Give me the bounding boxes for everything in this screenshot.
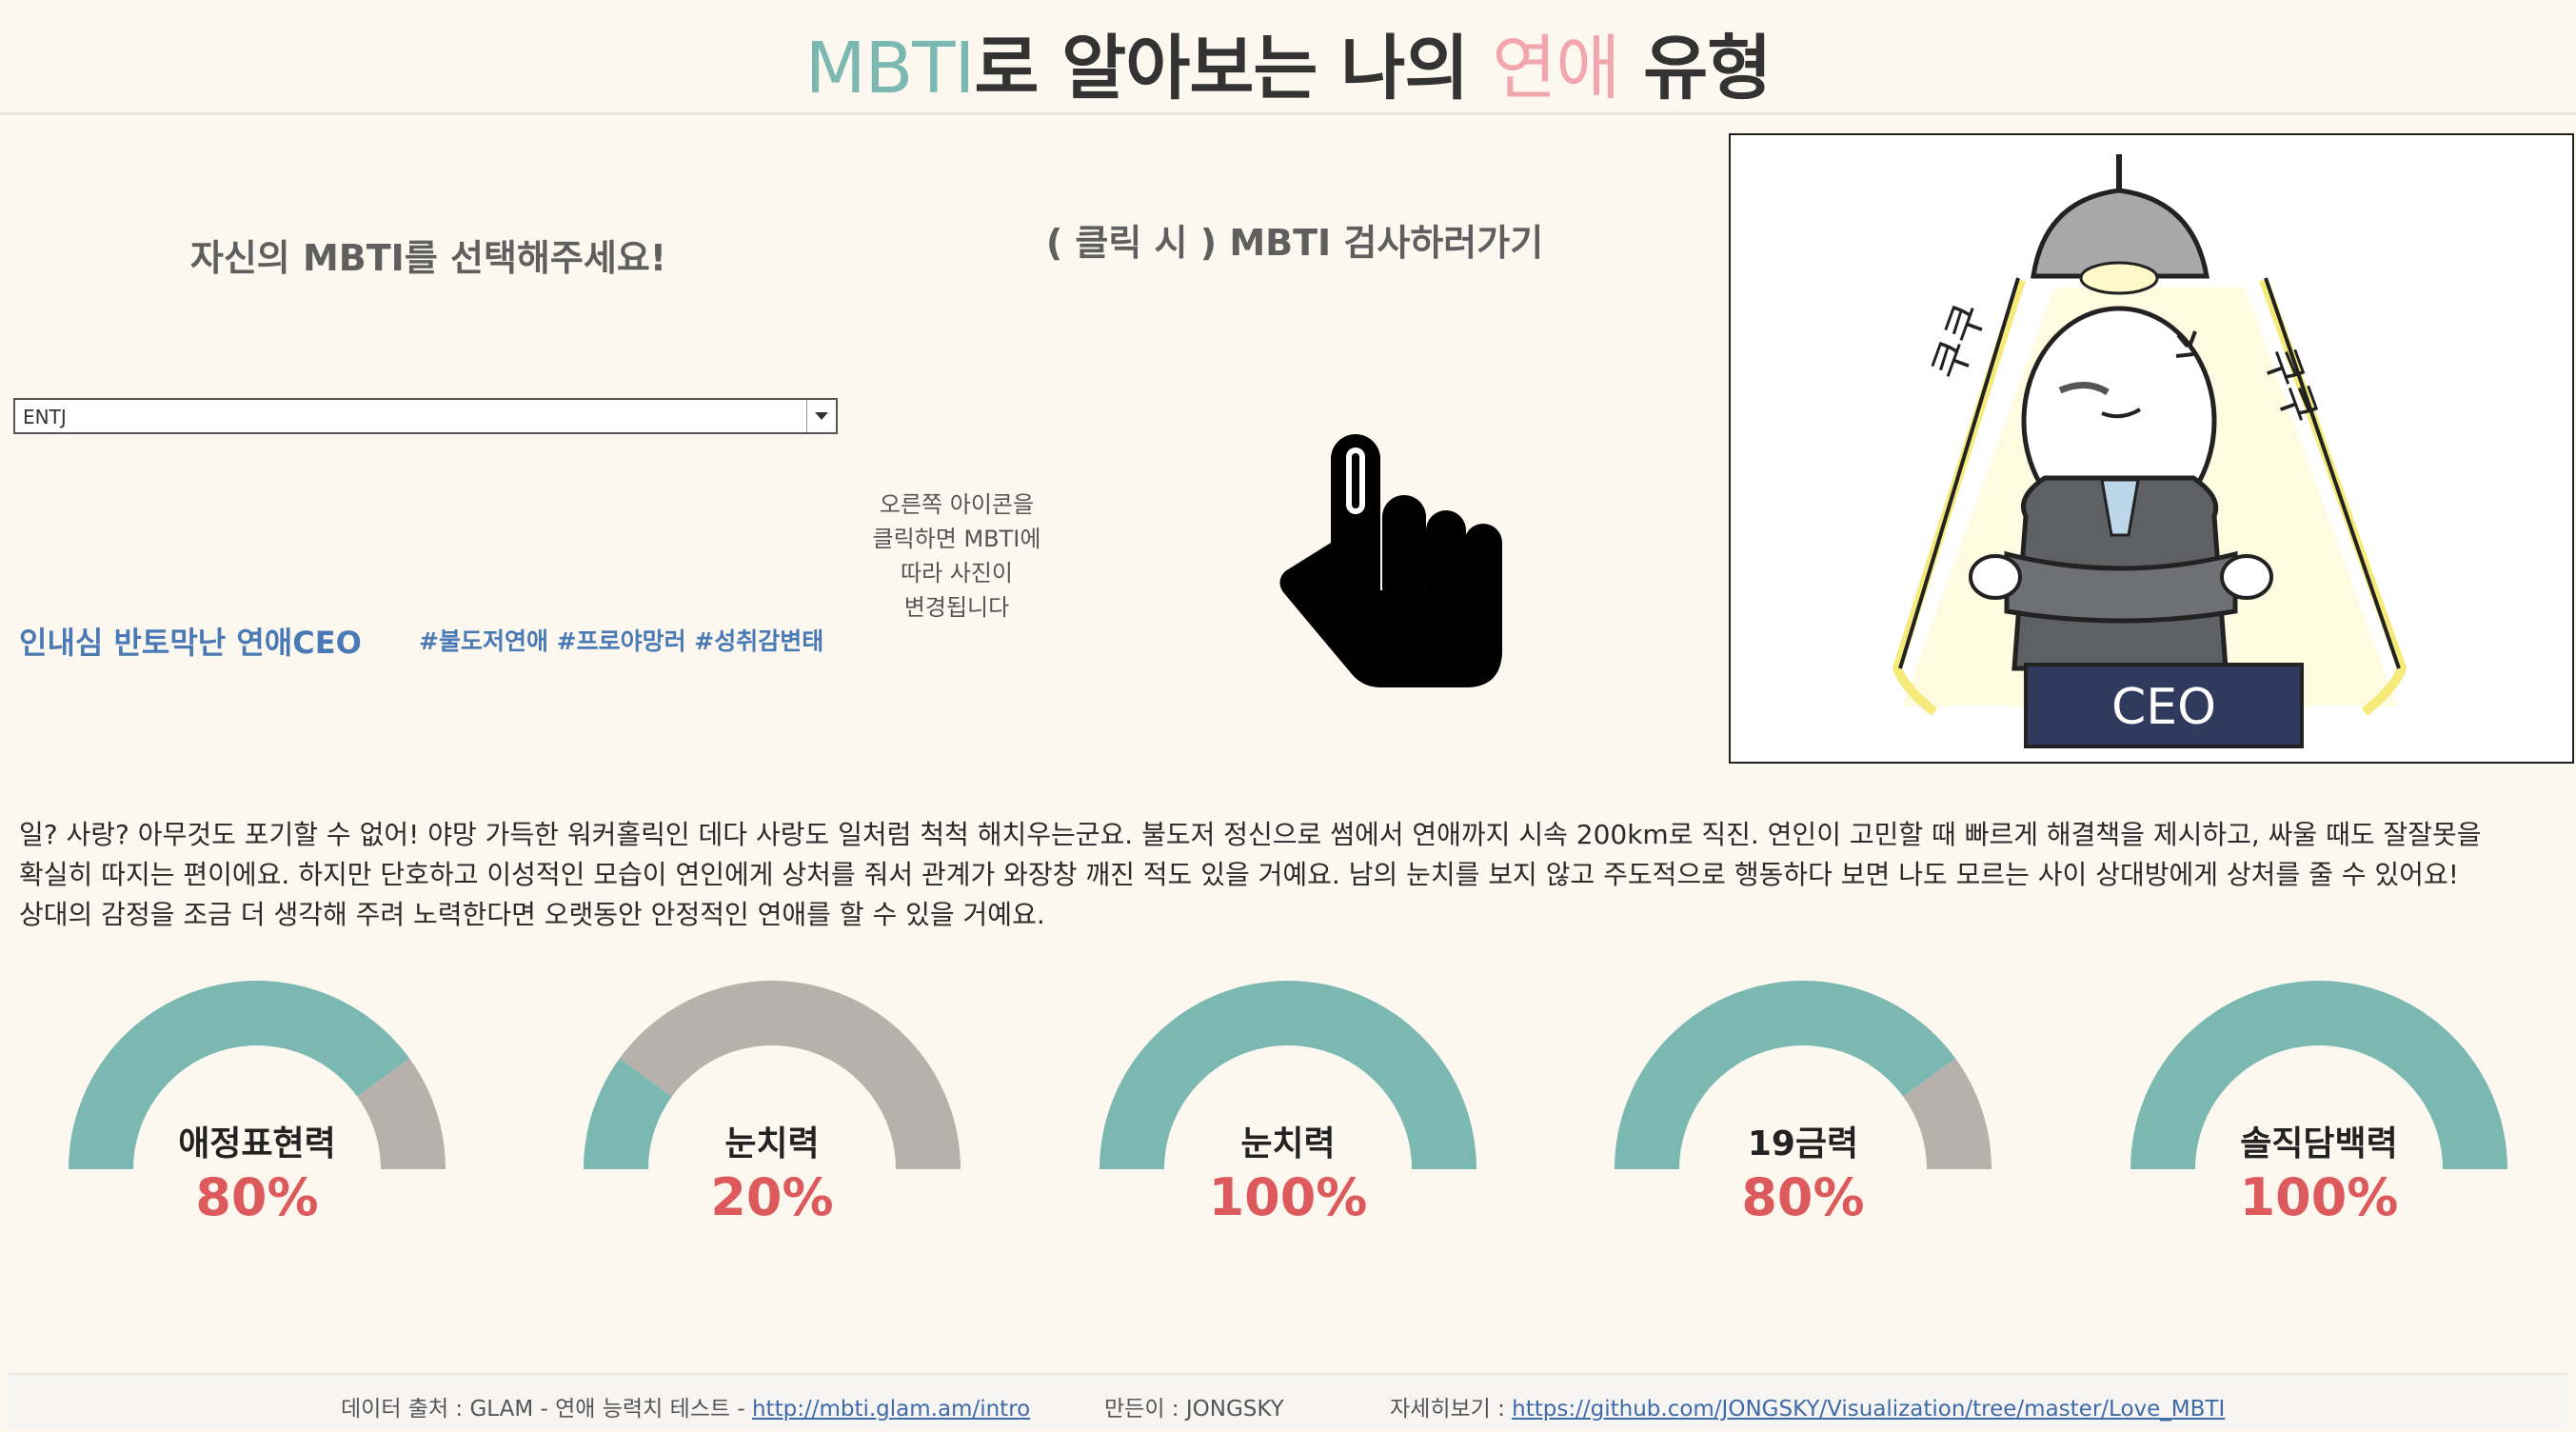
title-bar: MBTI로 알아보는 나의 연애 유형 [0, 0, 2576, 115]
hint-line: 오른쪽 아이콘을 [879, 491, 1035, 518]
gauge-label: 눈치력 [724, 1124, 820, 1164]
gauge-19: 19금력 80% [1613, 981, 1993, 1257]
hint-line: 변경됩니다 [903, 594, 1010, 621]
icon-hint: 오른쪽 아이콘을 클릭하면 MBTI에 따라 사진이 변경됩니다 [838, 487, 1076, 625]
description-line: 일? 사랑? 아무것도 포기할 수 없어! 야망 가득한 워커홀릭인 데다 사랑… [19, 819, 2482, 850]
footer-author: 만든이 : JONGSKY [1104, 1397, 1284, 1422]
gauge-label: 솔직담백력 [2240, 1124, 2398, 1164]
gauge-value: 80% [195, 1167, 319, 1227]
footer-source-link[interactable]: http://mbti.glam.am/intro [752, 1397, 1030, 1422]
mbti-character-illustration: 쿠쿠 쿠쿠 CEO [1729, 133, 2574, 764]
gauge-label: 19금력 [1747, 1124, 1859, 1164]
title-text-1: 로 알아보는 나의 [974, 28, 1493, 109]
type-tags: #불도저연애 #프로야망러 #성취감변태 [419, 627, 824, 655]
description-line: 상대의 감정을 조금 더 생각해 주려 노력한다면 오랫동안 안정적인 연애를 … [19, 899, 1045, 930]
gauge-value: 80% [1741, 1167, 1865, 1227]
hint-line: 클릭하면 MBTI에 [872, 526, 1041, 552]
chevron-down-icon[interactable] [806, 400, 836, 432]
gauge-affection: 애정표현력 80% [67, 981, 447, 1257]
title-mbti: MBTI [804, 28, 976, 109]
footer: 데이터 출처 : GLAM - 연애 능력치 테스트 - http://mbti… [8, 1373, 2568, 1428]
gauge-label: 눈치력 [1240, 1124, 1336, 1164]
mbti-test-link[interactable]: ( 클릭 시 ) MBTI 검사하러가기 [1009, 213, 1580, 266]
ceo-badge-text: CEO [2111, 679, 2216, 736]
gauge-honesty: 솔직담백력 100% [2129, 981, 2509, 1257]
gauge-value: 20% [710, 1167, 834, 1227]
gauge-sense-2: 눈치력 100% [1098, 981, 1478, 1257]
type-description: 일? 사랑? 아무것도 포기할 수 없어! 야망 가득한 워커홀릭인 데다 사랑… [19, 815, 2532, 935]
description-line: 확실히 따지는 편이에요. 하지만 단호하고 이성적인 모습이 연인에게 상처를… [19, 859, 2459, 890]
gauge-label: 애정표현력 [178, 1124, 336, 1164]
mbti-dropdown-value: ENTJ [23, 406, 67, 428]
title-text-2: 유형 [1619, 28, 1772, 109]
gauge-value: 100% [2239, 1167, 2399, 1227]
title-love: 연애 [1492, 28, 1620, 109]
footer-more-label: 자세히보기 : [1390, 1397, 1513, 1422]
footer-source-label: 데이터 출처 : GLAM - 연애 능력치 테스트 - [341, 1397, 752, 1422]
footer-more: 자세히보기 : https://github.com/JONGSKY/Visua… [1390, 1390, 2225, 1422]
gauge-value: 100% [1208, 1167, 1368, 1227]
hint-line: 따라 사진이 [900, 560, 1014, 587]
select-mbti-label: 자신의 MBTI를 선택해주세요! [189, 237, 667, 279]
type-name: 인내심 반토막난 연애CEO [19, 625, 362, 661]
pointer-hand-icon[interactable] [1276, 428, 1504, 695]
gauge-sense: 눈치력 20% [582, 981, 962, 1257]
mbti-dropdown[interactable]: ENTJ [13, 398, 838, 434]
footer-source: 데이터 출처 : GLAM - 연애 능력치 테스트 - http://mbti… [341, 1390, 1030, 1422]
footer-more-link[interactable]: https://github.com/JONGSKY/Visualization… [1512, 1397, 2225, 1422]
page-title: MBTI로 알아보는 나의 연애 유형 [0, 0, 2576, 113]
bubble-left-text: 쿠쿠 [1923, 297, 1995, 387]
